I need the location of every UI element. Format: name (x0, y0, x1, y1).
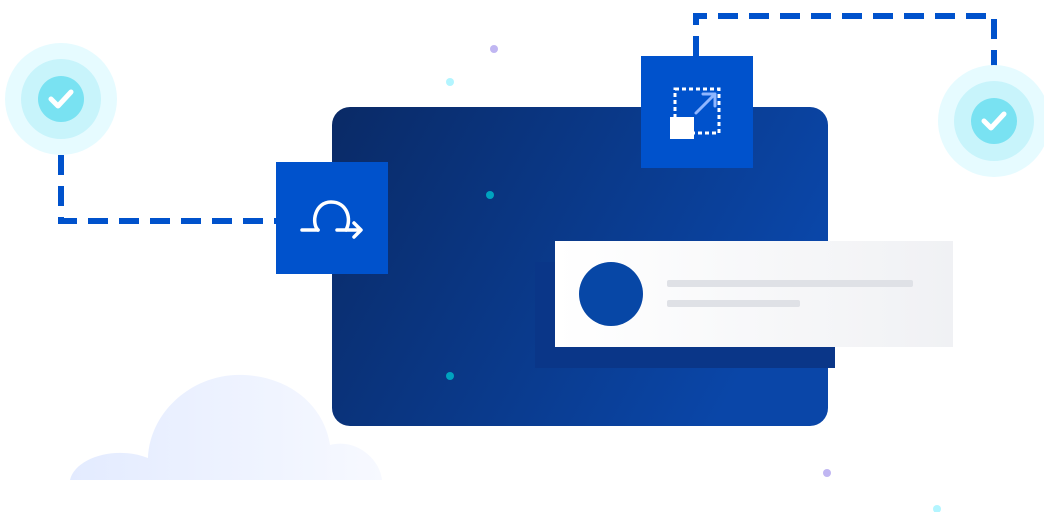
skeleton-line-1 (667, 280, 913, 287)
skeleton-line-2 (667, 300, 800, 307)
avatar (579, 262, 643, 326)
check-badge-right (938, 65, 1044, 177)
profile-card (555, 241, 953, 347)
check-badge-left (5, 43, 117, 155)
resize-action-tile (641, 56, 753, 168)
workflow-illustration (5, 13, 1044, 512)
loop-action-tile (276, 162, 388, 274)
dashed-connector-left (58, 155, 276, 224)
